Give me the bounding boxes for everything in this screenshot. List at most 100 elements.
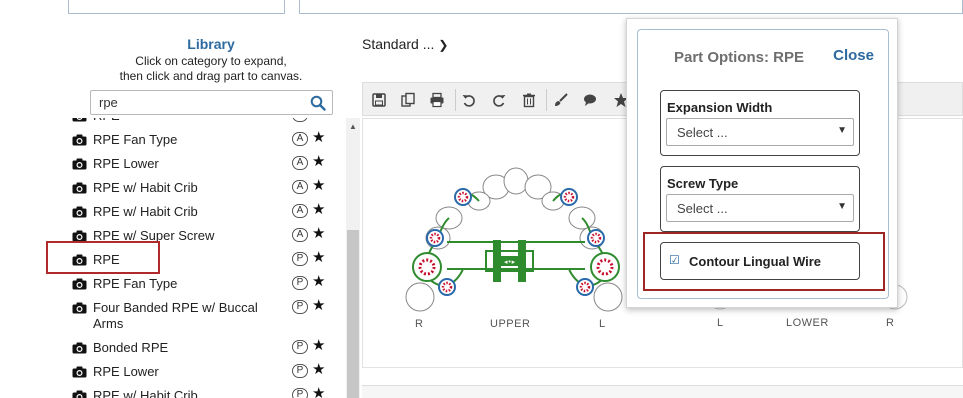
upper-right-label: R [415,318,424,330]
star-icon[interactable]: ★ [312,118,325,122]
library-item[interactable]: RPE Lower P ★ [60,362,335,385]
library-item-badge: A [292,204,308,218]
upper-arch-label: UPPER [490,318,531,330]
chevron-down-icon: ❯ [438,38,449,52]
library-item[interactable]: Four Banded RPE w/ Buccal Arms P ★ [60,298,335,331]
scroll-thumb[interactable] [347,230,359,398]
trash-icon[interactable] [521,92,537,108]
library-item-label: RPE Fan Type [93,132,178,147]
library-item-label: RPE w/ Habit Crib [93,204,198,219]
screw-type-select[interactable]: Select ... ▼ [666,194,854,222]
modal-title: Part Options: RPE [674,49,805,66]
library-item-label: Four Banded RPE w/ Buccal Arms [93,300,258,331]
library-item-badge: P [292,252,308,266]
camera-icon[interactable] [72,342,87,354]
camera-icon[interactable] [72,366,87,378]
library-item[interactable]: RPE w/ Habit Crib P ★ [60,386,335,398]
star-icon[interactable]: ★ [312,130,325,146]
library-item-label: RPE Lower [93,364,159,379]
highlight-rpe-item [46,241,160,274]
library-item-badge: A [292,228,308,242]
camera-icon[interactable] [72,206,87,218]
expansion-width-value: Select ... [677,125,728,140]
copy-icon[interactable] [400,92,416,108]
library-help-line1: Click on category to expand, [135,54,287,68]
library-item-label: RPE Lower [93,156,159,171]
undo-icon[interactable] [461,92,477,108]
lower-arch-label: LOWER [786,317,829,329]
library-item[interactable]: RPE w/ Habit Crib A ★ [60,202,335,225]
library-item-label: Bonded RPE [93,340,169,355]
expansion-width-label: Expansion Width [667,100,773,115]
library-item-badge: P [292,388,308,398]
library-scrollbar[interactable]: ▲ [346,118,360,398]
star-icon[interactable]: ★ [312,298,325,314]
library-item[interactable]: Bonded RPE P ★ [60,338,335,361]
camera-icon[interactable] [72,278,87,290]
highlight-contour-wire [643,232,885,291]
print-icon[interactable] [429,92,445,108]
top-right-panel [299,0,963,14]
star-icon[interactable]: ★ [312,338,325,354]
library-item-badge: P [292,340,308,354]
lower-right-label: R [886,317,895,329]
dropdown-arrow-icon: ▼ [837,201,847,212]
screw-type-value: Select ... [677,201,728,216]
star-icon[interactable]: ★ [312,362,325,378]
library-item-badge: P [292,276,308,290]
lower-left-label: L [717,317,724,329]
redo-icon[interactable] [491,92,507,108]
search-icon[interactable] [310,95,326,111]
star-icon[interactable]: ★ [312,226,325,242]
bottom-panel [362,385,963,398]
star-icon[interactable]: ★ [312,274,325,290]
library-help-line2: then click and drag part to canvas. [119,69,303,83]
screw-type-group: Screw Type Select ... ▼ [660,166,860,232]
top-left-panel [68,0,285,14]
library-title: Library [187,36,235,52]
star-icon[interactable]: ★ [312,386,325,398]
library-item-badge: A [292,132,308,146]
close-button[interactable]: Close [833,47,874,64]
library-item[interactable]: RPE w/ Habit Crib A ★ [60,178,335,201]
star-icon[interactable]: ★ [312,154,325,170]
toolbar-separator [455,89,456,111]
library-search[interactable] [90,90,333,115]
library-item-badge: A [292,118,308,122]
library-item-label: RPE w/ Habit Crib [93,388,198,398]
library-item-label: RPE w/ Habit Crib [93,180,198,195]
brush-icon[interactable] [553,92,569,108]
screw-type-label: Screw Type [667,176,739,191]
scroll-up-arrow-icon[interactable]: ▲ [346,122,360,131]
library-item-label: RPE [93,118,278,124]
library-item-badge: A [292,180,308,194]
library-item-badge: A [292,156,308,170]
standard-label: Standard ... [362,36,435,52]
expansion-width-group: Expansion Width Select ... ▼ [660,90,860,156]
camera-icon[interactable] [72,134,87,146]
star-icon[interactable]: ★ [312,202,325,218]
comments-icon[interactable] [583,92,599,108]
upper-left-label: L [599,318,606,330]
camera-icon[interactable] [72,390,87,398]
star-icon[interactable]: ★ [312,250,325,266]
search-input[interactable] [99,95,299,110]
standard-dropdown[interactable]: Standard ... ❯ [362,36,448,52]
library-item[interactable]: RPE A ★ [60,118,335,129]
camera-icon[interactable] [72,118,87,122]
dropdown-arrow-icon: ▼ [837,125,847,136]
star-icon[interactable]: ★ [312,178,325,194]
camera-icon[interactable] [72,182,87,194]
save-icon[interactable] [371,92,387,108]
camera-icon[interactable] [72,158,87,170]
library-item[interactable]: RPE Lower A ★ [60,154,335,177]
library-item-badge: P [292,300,308,314]
camera-icon[interactable] [72,302,87,314]
library-item[interactable]: RPE Fan Type P ★ [60,274,335,297]
toolbar-separator [546,89,547,111]
library-item-label: RPE Fan Type [93,276,178,291]
svg-text:◂•▸: ◂•▸ [504,258,516,266]
expansion-width-select[interactable]: Select ... ▼ [666,118,854,146]
library-item[interactable]: RPE Fan Type A ★ [60,130,335,153]
library-item-badge: P [292,364,308,378]
